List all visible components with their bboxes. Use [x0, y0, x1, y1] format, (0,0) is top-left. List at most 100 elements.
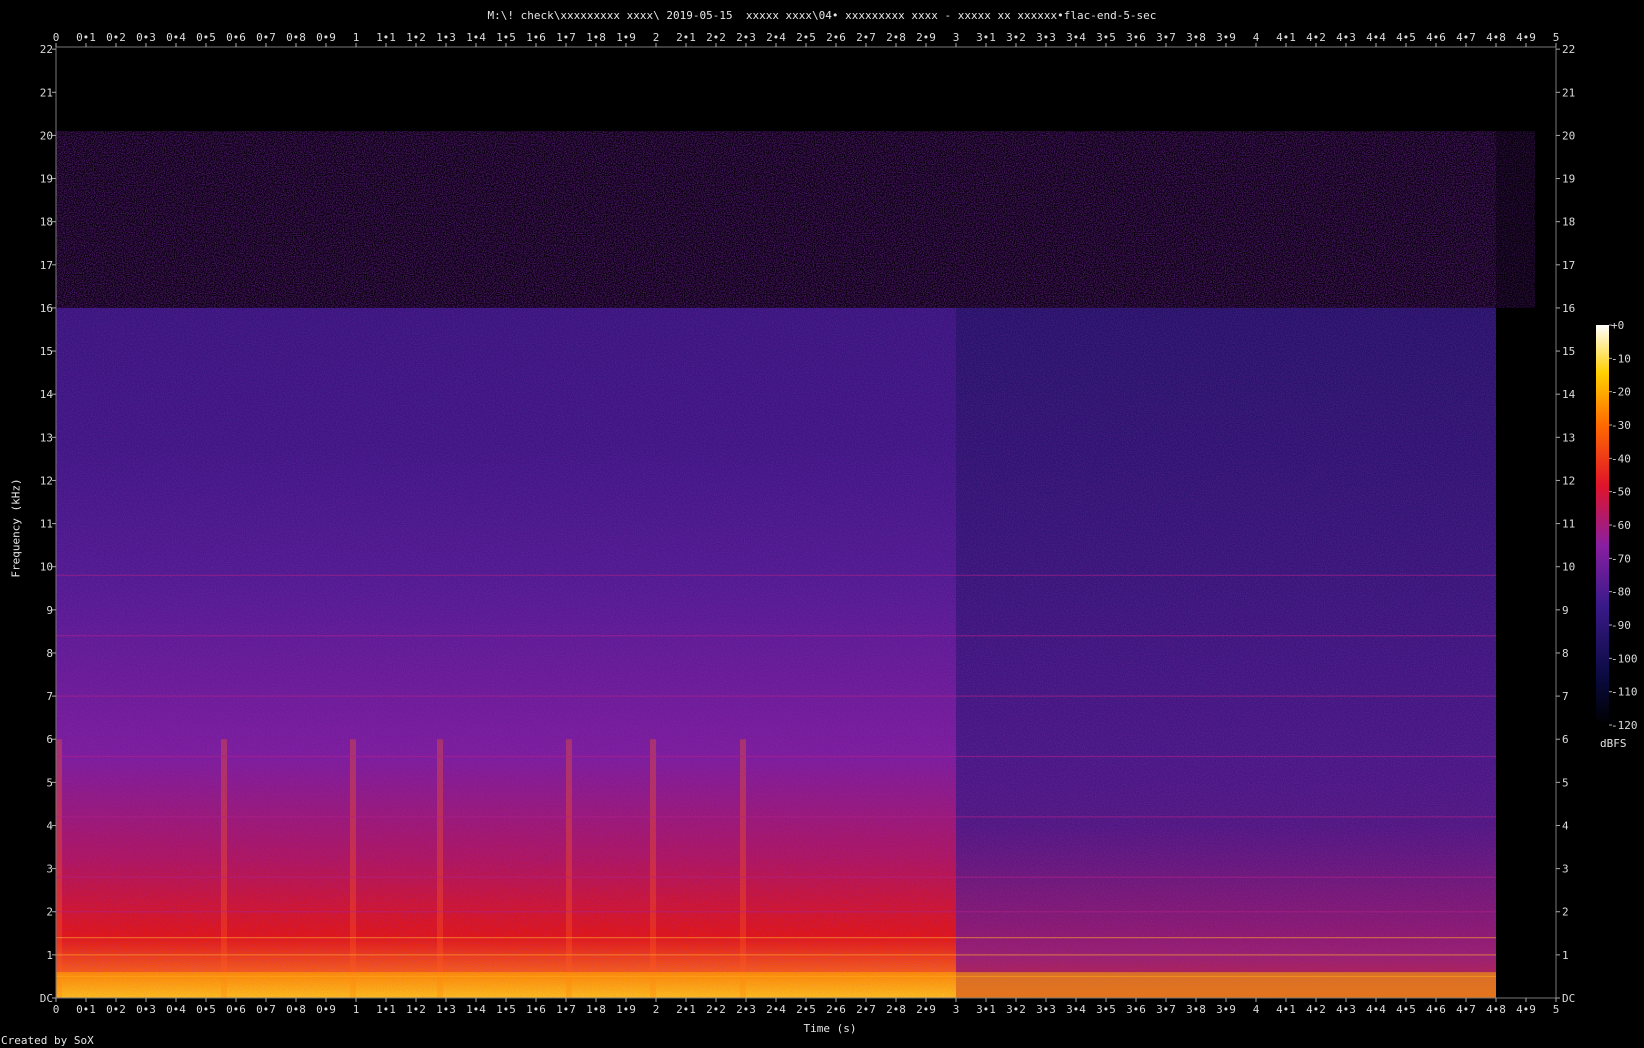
- colorbar-tick-label: -20: [1611, 386, 1631, 399]
- colorbar-tick-label: -100: [1611, 652, 1638, 665]
- y-tick-label-right: 20: [1562, 129, 1575, 142]
- x-tick-label-top: 0•2: [106, 31, 126, 44]
- x-tick-label-top: 2•5: [796, 31, 816, 44]
- x-tick-label-bottom: 3•9: [1216, 1003, 1236, 1016]
- x-tick-label-top: 5: [1553, 31, 1560, 44]
- colorbar-tick-label: -120: [1611, 719, 1638, 732]
- y-tick-label-left: 16: [40, 302, 53, 315]
- spectrogram-image: [56, 131, 1535, 998]
- colorbar-tick-label: -80: [1611, 586, 1631, 599]
- x-tick-label-top: 2•4: [766, 31, 786, 44]
- credit-text: Created by SoX: [1, 1034, 94, 1047]
- y-tick-label-right: 7: [1562, 690, 1569, 703]
- x-tick-label-bottom: 2: [653, 1003, 660, 1016]
- spectrogram-chart: 0 0•1 0•2 0•3 0•4 0•5 0•6 0•7 0•8 0•9 1 1•1 1•2 1•3 1•…: [40, 31, 1638, 1016]
- y-tick-label-left: 3: [46, 863, 53, 876]
- y-tick-label-right: 22: [1562, 43, 1575, 56]
- y-tick-label-left: 14: [40, 388, 54, 401]
- colorbar-tick-label: -60: [1611, 519, 1631, 532]
- x-tick-label-top: 1•3: [436, 31, 456, 44]
- x-tick-label-bottom: 1•2: [406, 1003, 426, 1016]
- x-tick-label-top: 1•5: [496, 31, 516, 44]
- x-tick-label-bottom: 1•4: [466, 1003, 486, 1016]
- y-tick-label-right: 17: [1562, 259, 1575, 272]
- colorbar-label: dBFS: [1600, 737, 1627, 750]
- x-tick-label-top: 0•9: [316, 31, 336, 44]
- x-tick-label-bottom: 1•6: [526, 1003, 546, 1016]
- y-tick-label-right: 2: [1562, 906, 1569, 919]
- x-tick-label-bottom: 0•3: [136, 1003, 156, 1016]
- x-tick-label-top: 4•4: [1366, 31, 1386, 44]
- y-tick-label-right: 16: [1562, 302, 1575, 315]
- y-tick-label-right: 19: [1562, 173, 1575, 186]
- x-tick-label-top: 0•5: [196, 31, 216, 44]
- x-tick-label-bottom: 4•6: [1426, 1003, 1446, 1016]
- y-tick-label-left: 13: [40, 431, 53, 444]
- x-tick-label-top: 1: [353, 31, 360, 44]
- x-tick-label-bottom: 0: [53, 1003, 60, 1016]
- x-tick-label-bottom: 2•2: [706, 1003, 726, 1016]
- x-tick-label-top: 4•1: [1276, 31, 1296, 44]
- x-tick-label-top: 4•2: [1306, 31, 1326, 44]
- y-tick-label-right: 13: [1562, 431, 1575, 444]
- x-tick-label-top: 4: [1253, 31, 1260, 44]
- x-tick-label-bottom: 1•3: [436, 1003, 456, 1016]
- y-tick-label-right: DC: [1562, 992, 1575, 1005]
- x-tick-label-bottom: 0•2: [106, 1003, 126, 1016]
- x-tick-label-bottom: 1•7: [556, 1003, 576, 1016]
- y-tick-label-right: 14: [1562, 388, 1576, 401]
- x-tick-label-bottom: 0•7: [256, 1003, 276, 1016]
- y-tick-label-right: 21: [1562, 86, 1575, 99]
- x-tick-label-bottom: 4•4: [1366, 1003, 1386, 1016]
- x-tick-label-bottom: 1•1: [376, 1003, 396, 1016]
- y-axis-left: DC12345678910111213141516171819202122: [40, 43, 56, 1005]
- x-tick-label-bottom: 0•6: [226, 1003, 246, 1016]
- y-tick-label-right: 8: [1562, 647, 1569, 660]
- y-tick-label-left: 5: [46, 776, 53, 789]
- x-tick-label-top: 4•3: [1336, 31, 1356, 44]
- x-tick-label-top: 4•7: [1456, 31, 1476, 44]
- x-tick-label-bottom: 2•3: [736, 1003, 756, 1016]
- x-tick-label-bottom: 1•5: [496, 1003, 516, 1016]
- x-tick-label-top: 3: [953, 31, 960, 44]
- x-tick-label-bottom: 4•8: [1486, 1003, 1506, 1016]
- onset-6: [740, 739, 746, 998]
- x-tick-label-top: 4•9: [1516, 31, 1536, 44]
- x-tick-label-top: 0•6: [226, 31, 246, 44]
- x-tick-label-bottom: 0•4: [166, 1003, 186, 1016]
- x-tick-label-top: 0•4: [166, 31, 186, 44]
- x-tick-label-bottom: 4: [1253, 1003, 1260, 1016]
- onset-1: [221, 739, 227, 998]
- x-tick-label-bottom: 4•2: [1306, 1003, 1326, 1016]
- x-tick-label-bottom: 0•8: [286, 1003, 306, 1016]
- x-tick-label-bottom: 5: [1553, 1003, 1560, 1016]
- y-tick-label-left: 11: [40, 518, 53, 531]
- x-tick-label-top: 3•7: [1156, 31, 1176, 44]
- colorbar-tick-label: -50: [1611, 486, 1631, 499]
- x-tick-label-top: 0•8: [286, 31, 306, 44]
- x-tick-label-top: 3•1: [976, 31, 996, 44]
- x-tick-label-bottom: 2•4: [766, 1003, 786, 1016]
- x-tick-label-bottom: 1•8: [586, 1003, 606, 1016]
- x-tick-label-top: 3•8: [1186, 31, 1206, 44]
- colorbar-tick-label: -110: [1611, 686, 1638, 699]
- x-tick-label-top: 3•3: [1036, 31, 1056, 44]
- colorbar-tick-label: -90: [1611, 619, 1631, 632]
- y-tick-label-right: 6: [1562, 733, 1569, 746]
- x-tick-label-top: 2: [653, 31, 660, 44]
- x-tick-label-top: 4•8: [1486, 31, 1506, 44]
- x-tick-label-bottom: 2•8: [886, 1003, 906, 1016]
- x-tick-label-bottom: 3•8: [1186, 1003, 1206, 1016]
- x-tick-label-top: 2•3: [736, 31, 756, 44]
- sparse-high-band: [56, 131, 1535, 308]
- x-tick-label-bottom: 2•6: [826, 1003, 846, 1016]
- y-axis-right: DC12345678910111213141516171819202122: [1556, 43, 1576, 1005]
- x-tick-label-bottom: 0•1: [76, 1003, 96, 1016]
- x-tick-label-top: 2•6: [826, 31, 846, 44]
- x-tick-label-top: 0•1: [76, 31, 96, 44]
- x-tick-label-bottom: 0•5: [196, 1003, 216, 1016]
- y-tick-label-right: 3: [1562, 863, 1569, 876]
- x-tick-label-top: 1•8: [586, 31, 606, 44]
- x-tick-label-bottom: 3•4: [1066, 1003, 1086, 1016]
- low-frequency-floor: [56, 972, 1496, 998]
